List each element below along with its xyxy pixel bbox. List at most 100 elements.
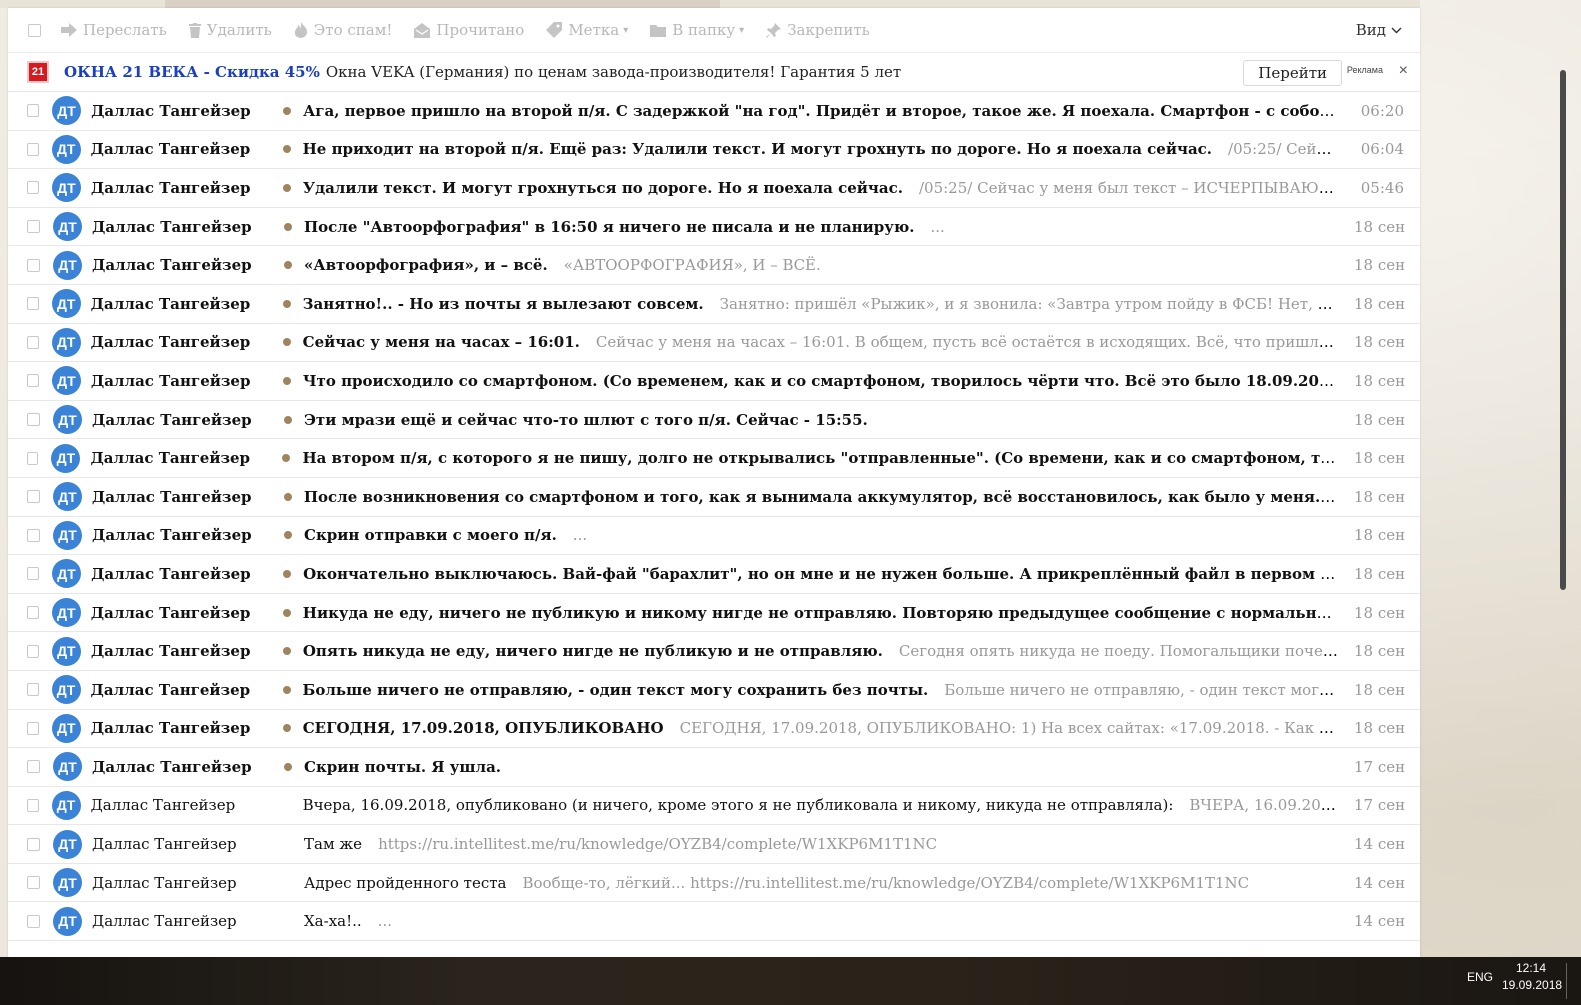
avatar[interactable]: ДТ — [51, 598, 81, 628]
message-checkbox[interactable] — [27, 837, 40, 851]
avatar[interactable]: ДТ — [52, 559, 82, 589]
unread-dot-icon[interactable] — [282, 454, 291, 463]
unread-toggle[interactable] — [281, 685, 303, 694]
show-desktop-divider[interactable] — [1566, 963, 1567, 999]
unread-dot-icon[interactable] — [284, 222, 292, 231]
message-checkbox[interactable] — [27, 104, 40, 118]
unread-toggle[interactable] — [281, 338, 303, 347]
unread-dot-icon[interactable] — [283, 569, 292, 578]
message-checkbox[interactable] — [27, 451, 39, 465]
message-row[interactable]: ДТ Даллас Тангейзер После возникновения со… — [8, 478, 1420, 517]
unread-dot-icon[interactable] — [284, 415, 292, 424]
message-checkbox[interactable] — [27, 876, 40, 890]
message-checkbox[interactable] — [27, 413, 40, 427]
message-row[interactable]: ДТ Даллас Тангейзер Эти мрази ещё и сейчас… — [8, 401, 1420, 440]
language-indicator[interactable]: ENG — [1467, 970, 1493, 984]
avatar[interactable]: ДТ — [51, 327, 81, 357]
spam-button[interactable]: Это спам! — [294, 21, 392, 39]
label-button[interactable]: Метка ▾ — [546, 21, 628, 39]
unread-dot-icon[interactable] — [283, 106, 292, 115]
clock[interactable]: 12:14 19.09.2018 — [1502, 960, 1562, 994]
unread-dot-icon[interactable] — [282, 183, 291, 192]
message-checkbox[interactable] — [27, 374, 39, 388]
unread-dot-icon[interactable] — [284, 261, 292, 270]
message-checkbox[interactable] — [27, 683, 39, 697]
unread-dot-icon[interactable] — [282, 299, 291, 308]
close-icon[interactable]: × — [1399, 62, 1408, 80]
unread-toggle[interactable] — [282, 261, 304, 270]
unread-toggle[interactable] — [281, 569, 303, 578]
message-checkbox[interactable] — [27, 567, 40, 581]
unread-toggle[interactable] — [281, 145, 303, 154]
forward-button[interactable]: Переслать — [61, 21, 167, 39]
message-checkbox[interactable] — [27, 490, 40, 504]
unread-dot-icon[interactable] — [282, 724, 291, 733]
avatar[interactable]: ДТ — [51, 636, 81, 666]
message-checkbox[interactable] — [27, 721, 39, 735]
unread-toggle[interactable] — [280, 454, 302, 463]
unread-toggle[interactable] — [281, 376, 303, 385]
unread-toggle[interactable] — [282, 492, 304, 501]
message-row[interactable]: ДТ Даллас Тангейзер Скрин почты. Я ушла. 17… — [8, 748, 1420, 787]
avatar[interactable]: ДТ — [51, 173, 81, 203]
unread-dot-icon[interactable] — [282, 376, 291, 385]
message-checkbox[interactable] — [27, 335, 39, 349]
message-row[interactable]: ДТ Даллас Тангейзер Опять никуда не еду, н… — [8, 632, 1420, 671]
avatar[interactable]: ДТ — [51, 443, 81, 473]
message-row[interactable]: ДТ Даллас Тангейзер Никуда не еду, ничего … — [8, 594, 1420, 633]
select-all-checkbox[interactable] — [28, 23, 41, 37]
message-checkbox[interactable] — [27, 798, 39, 812]
ad-title[interactable]: ОКНА 21 ВЕКА - Скидка 45% — [64, 63, 320, 81]
delete-button[interactable]: Удалить — [188, 21, 272, 39]
unread-toggle[interactable] — [282, 762, 304, 771]
move-to-folder-button[interactable]: В папку ▾ — [650, 21, 744, 39]
avatar[interactable]: ДТ — [52, 482, 82, 512]
message-row[interactable]: ДТ Даллас Тангейзер Удалили текст. И могут… — [8, 169, 1420, 208]
message-row[interactable]: ДТ Даллас Тангейзер Скрин отправки с моего… — [8, 517, 1420, 556]
message-checkbox[interactable] — [27, 258, 40, 272]
avatar[interactable]: ДТ — [53, 405, 82, 435]
message-checkbox[interactable] — [27, 606, 39, 620]
avatar[interactable]: ДТ — [51, 713, 81, 743]
unread-toggle[interactable] — [281, 299, 303, 308]
message-row[interactable]: ДТ Даллас Тангейзер Ага, первое пришло на … — [8, 92, 1420, 131]
unread-toggle[interactable] — [281, 724, 303, 733]
avatar[interactable]: ДТ — [53, 752, 82, 782]
message-row[interactable]: ДТ Даллас Тангейзер На втором п/я, с котор… — [8, 439, 1420, 478]
message-row[interactable]: ДТ Даллас Тангейзер Больше ничего не отпра… — [8, 671, 1420, 710]
message-checkbox[interactable] — [27, 220, 40, 234]
message-row[interactable]: ДТ Даллас Тангейзер Ха-ха!..... 14 сен — [8, 902, 1420, 942]
unread-dot-icon[interactable] — [282, 685, 291, 694]
unread-dot-icon[interactable] — [283, 492, 292, 501]
unread-dot-icon[interactable] — [284, 531, 292, 540]
message-row[interactable]: ДТ Даллас Тангейзер СЕГОДНЯ, 17.09.2018, О… — [8, 710, 1420, 749]
unread-toggle[interactable] — [282, 222, 304, 231]
message-checkbox[interactable] — [27, 142, 39, 156]
message-checkbox[interactable] — [27, 297, 39, 311]
unread-dot-icon[interactable] — [284, 762, 292, 771]
unread-toggle[interactable] — [282, 415, 304, 424]
avatar[interactable]: ДТ — [53, 906, 82, 936]
message-row[interactable]: ДТ Даллас Тангейзер Адрес пройденного тест… — [8, 864, 1420, 903]
unread-dot-icon[interactable] — [282, 145, 291, 154]
mark-read-button[interactable]: Прочитано — [414, 21, 524, 39]
message-checkbox[interactable] — [27, 528, 40, 542]
unread-toggle[interactable] — [282, 531, 304, 540]
unread-toggle[interactable] — [281, 608, 303, 617]
avatar[interactable]: ДТ — [51, 134, 81, 164]
view-button[interactable]: Вид — [1356, 21, 1402, 39]
message-row[interactable]: ДТ Даллас Тангейзер Окончательно выключаюс… — [8, 555, 1420, 594]
message-checkbox[interactable] — [27, 760, 40, 774]
message-row[interactable]: ДТ Даллас Тангейзер Вчера, 16.09.2018, опу… — [8, 787, 1420, 826]
unread-toggle[interactable] — [281, 106, 303, 115]
avatar[interactable]: ДТ — [51, 790, 81, 820]
pin-button[interactable]: Закрепить — [766, 21, 870, 39]
avatar[interactable]: ДТ — [51, 366, 81, 396]
avatar[interactable]: ДТ — [53, 829, 82, 859]
unread-toggle[interactable] — [281, 647, 303, 656]
message-row[interactable]: ДТ Даллас Тангейзер Сейчас у меня на часах… — [8, 324, 1420, 363]
ad-go-button[interactable]: Перейти — [1243, 60, 1342, 86]
scrollbar-thumb[interactable] — [1560, 70, 1566, 590]
message-checkbox[interactable] — [27, 644, 39, 658]
message-row[interactable]: ДТ Даллас Тангейзер После "Автоорфография"… — [8, 208, 1420, 247]
